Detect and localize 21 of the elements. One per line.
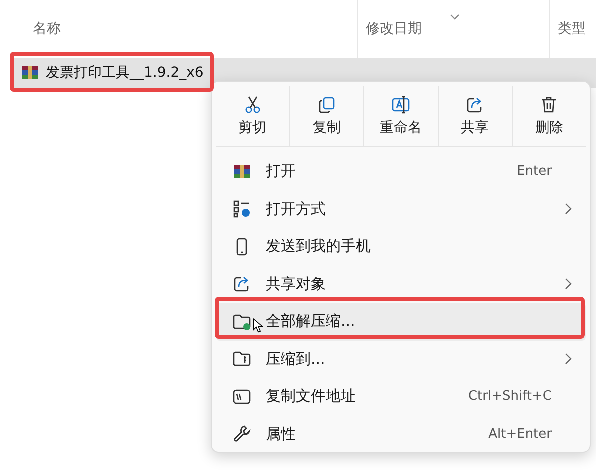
menu-item[interactable]: 压缩到... xyxy=(216,340,586,378)
menu-item[interactable]: 复制文件地址 Ctrl+Shift+C xyxy=(216,378,586,416)
column-header[interactable]: 修改日期 xyxy=(366,20,422,38)
toolbar-button[interactable]: 删除 xyxy=(512,86,586,146)
toolbar-button[interactable]: 重命名 xyxy=(364,86,439,146)
wrench-icon xyxy=(232,424,252,444)
rename-icon xyxy=(391,95,411,115)
menu-item[interactable]: 属性 Alt+Enter xyxy=(216,416,586,453)
toolbar-button[interactable]: 复制 xyxy=(290,86,364,146)
copy-icon xyxy=(316,95,337,115)
menu-item[interactable]: 打开 Enter xyxy=(216,153,586,190)
file-name: 发票打印工具__1.9.2_x6 xyxy=(46,64,204,82)
mouse-cursor-icon xyxy=(253,318,264,334)
menu-item[interactable]: 打开方式 xyxy=(216,190,586,228)
column-header[interactable]: 类型 xyxy=(558,20,586,38)
menu-item[interactable]: 共享对象 xyxy=(216,266,586,303)
toolbar-button[interactable]: 剪切 xyxy=(216,86,290,146)
toolbar-button[interactable]: 共享 xyxy=(438,86,513,146)
apps-icon xyxy=(232,199,252,220)
menu-item[interactable]: 发送到我的手机 xyxy=(216,228,586,266)
column-header[interactable]: 名称 xyxy=(33,20,61,38)
